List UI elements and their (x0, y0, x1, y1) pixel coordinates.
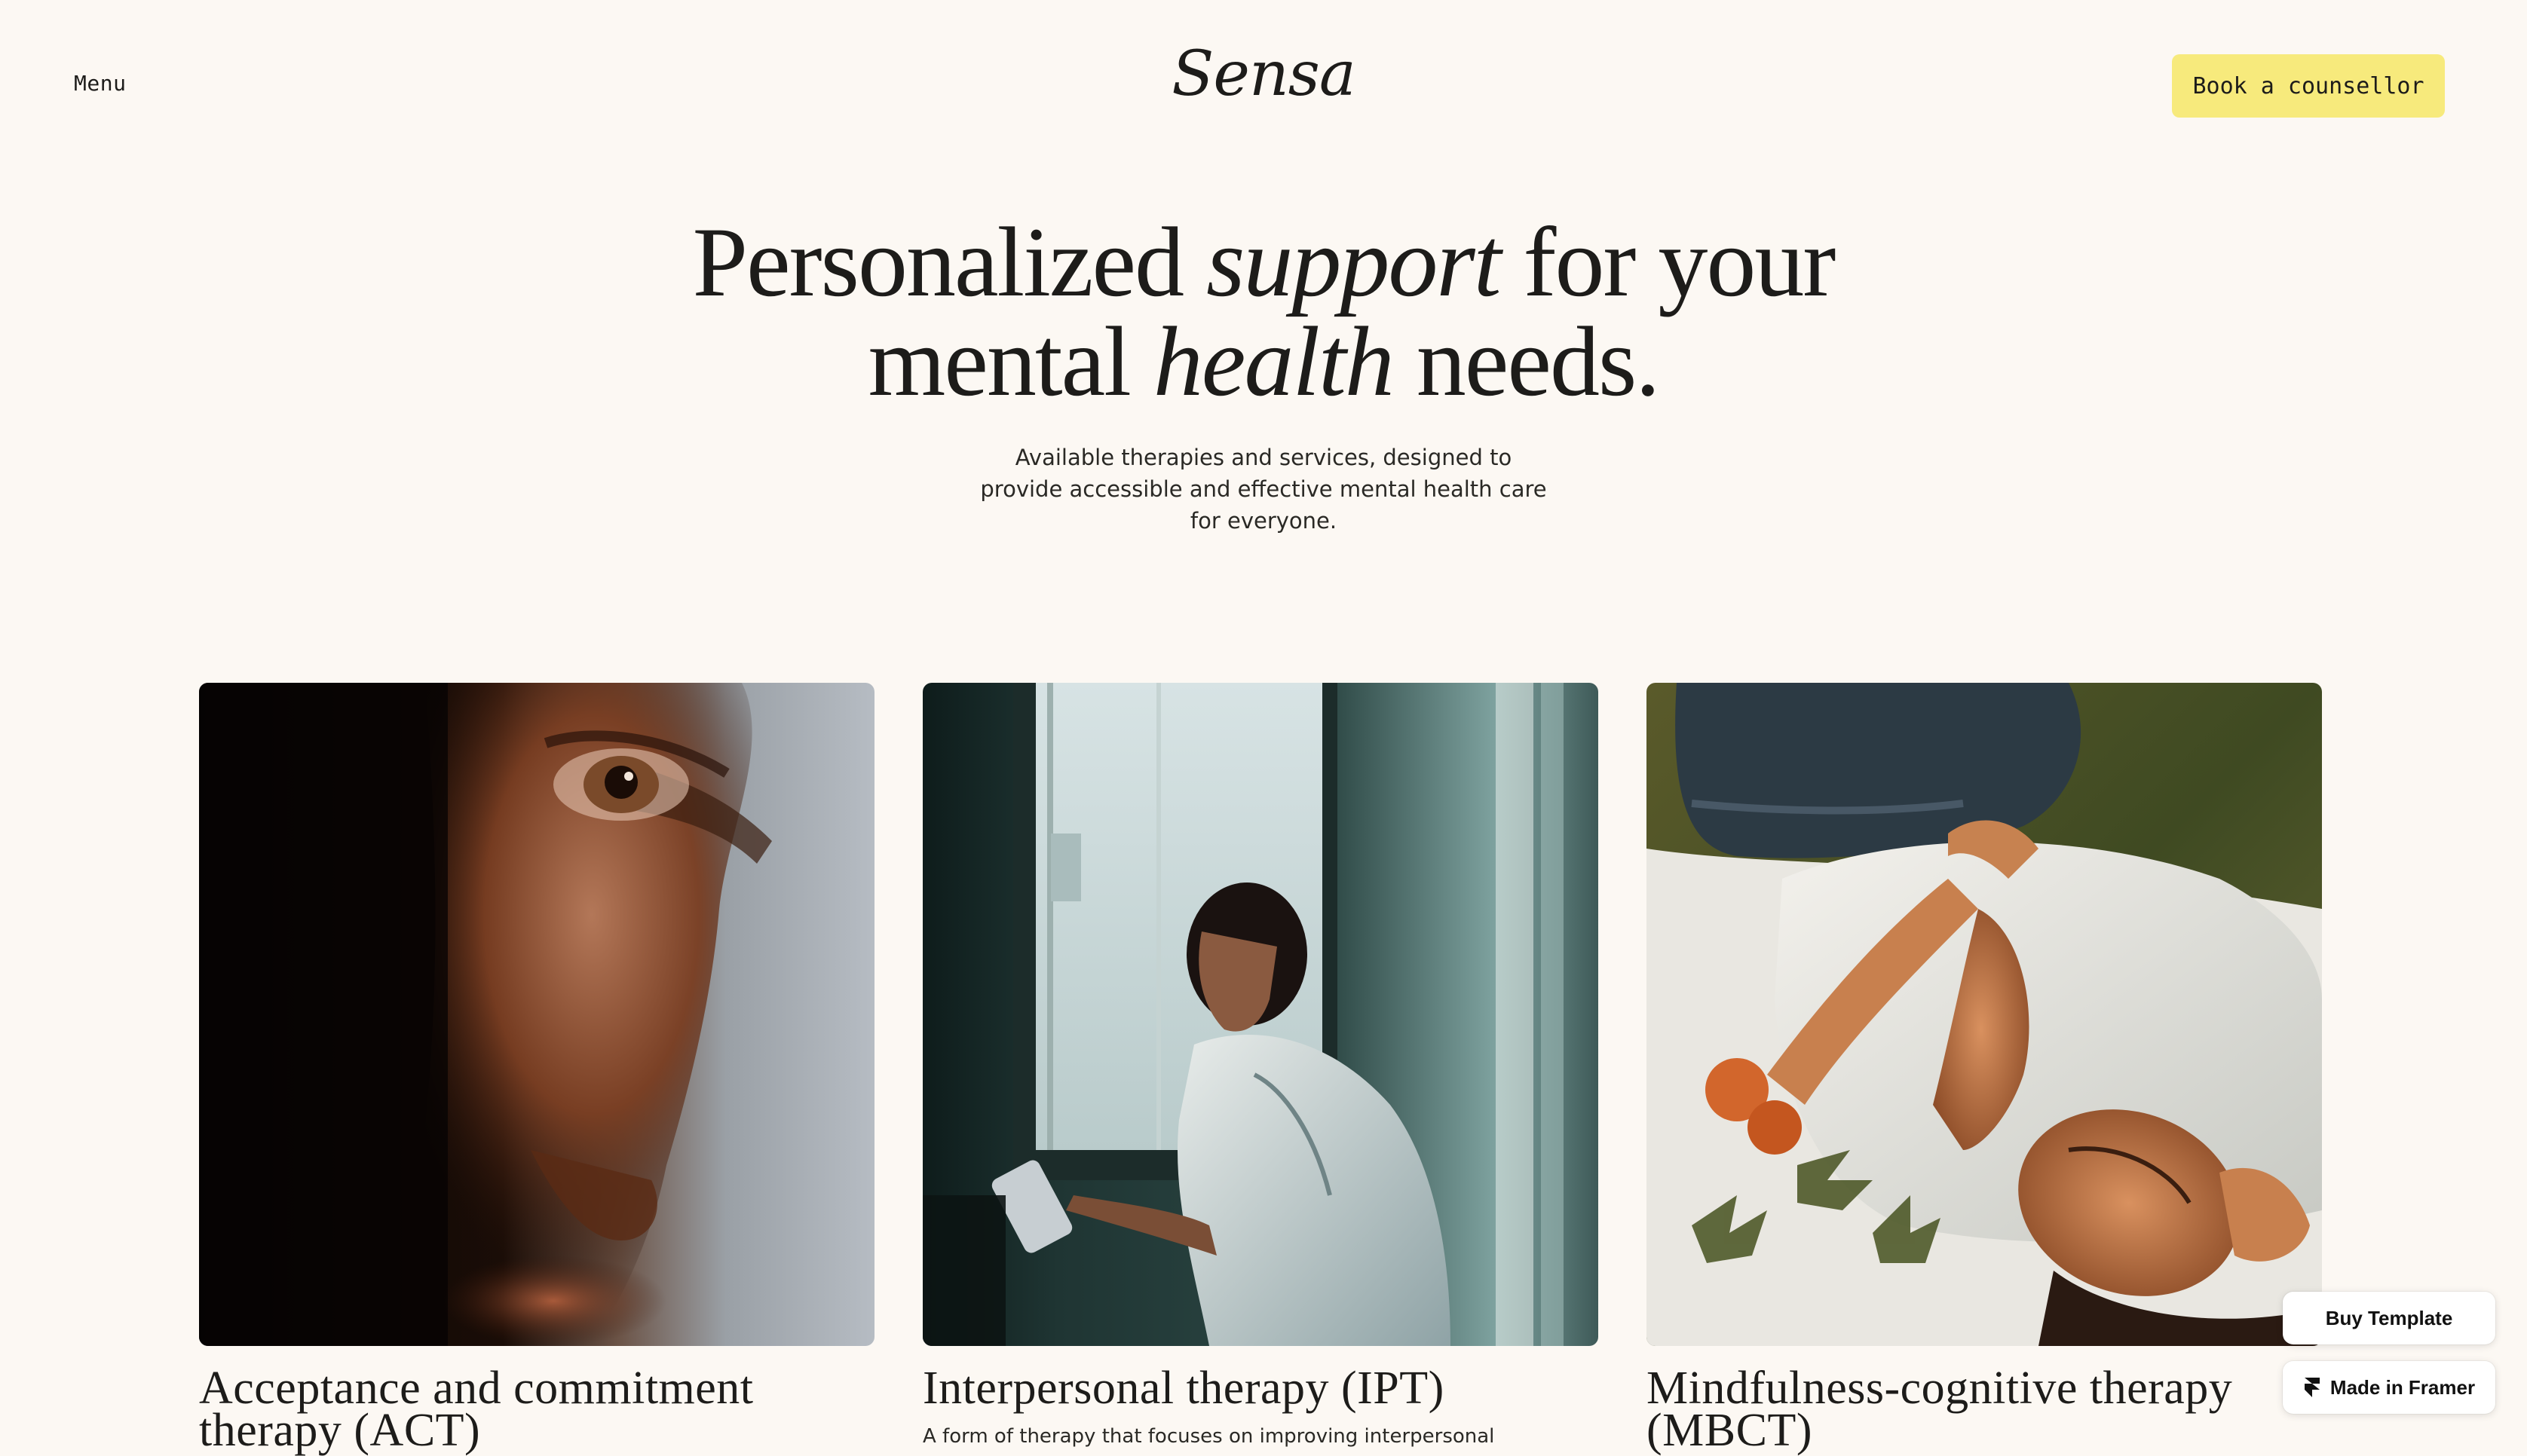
card-title-act[interactable]: Acceptance and commitment therapy (ACT) (199, 1365, 874, 1454)
buy-template-button[interactable]: Buy Template (2283, 1292, 2495, 1344)
therapy-card-act[interactable]: Acceptance and commitment therapy (ACT) (199, 683, 874, 1454)
hero-title-line1: Personalized support for your (692, 206, 1836, 317)
card-image-woman-grass (1646, 683, 2322, 1346)
buy-template-label: Buy Template (2325, 1306, 2453, 1329)
hero-title: Personalized support for your mental heal… (0, 213, 2527, 411)
logo-wrapper: Sensa (0, 44, 2527, 106)
card-description-ipt: A form of therapy that focuses on improv… (923, 1425, 1495, 1448)
woman-on-grass-image (1646, 683, 2322, 1346)
man-with-phone-image (923, 683, 1598, 1346)
portrait-closeup-image (199, 683, 874, 1346)
hero-title-line2: mental health needs. (868, 306, 1661, 417)
hero-subtitle: Available therapies and services, design… (980, 445, 1547, 534)
menu-button[interactable]: Menu (74, 71, 126, 96)
therapy-card-ipt[interactable]: Interpersonal therapy (IPT) A form of th… (923, 683, 1598, 1448)
book-counsellor-button[interactable]: Book a counsellor (2172, 54, 2445, 118)
logo[interactable]: Sensa (1172, 38, 1355, 110)
card-title-mbct[interactable]: Mindfulness-cognitive therapy (MBCT) (1646, 1365, 2322, 1454)
card-title-ipt[interactable]: Interpersonal therapy (IPT) (923, 1365, 1598, 1412)
card-image-portrait (199, 683, 874, 1346)
framer-icon (2304, 1378, 2320, 1397)
made-in-framer-button[interactable]: Made in Framer (2283, 1361, 2495, 1414)
card-image-man-phone (923, 683, 1598, 1346)
therapy-card-mbct[interactable]: Mindfulness-cognitive therapy (MBCT) (1646, 683, 2322, 1454)
site-header: Menu Sensa Book a counsellor (0, 0, 2527, 173)
made-in-framer-label: Made in Framer (2329, 1375, 2476, 1399)
therapy-cards: Acceptance and commitment therapy (ACT) (199, 683, 2328, 1454)
